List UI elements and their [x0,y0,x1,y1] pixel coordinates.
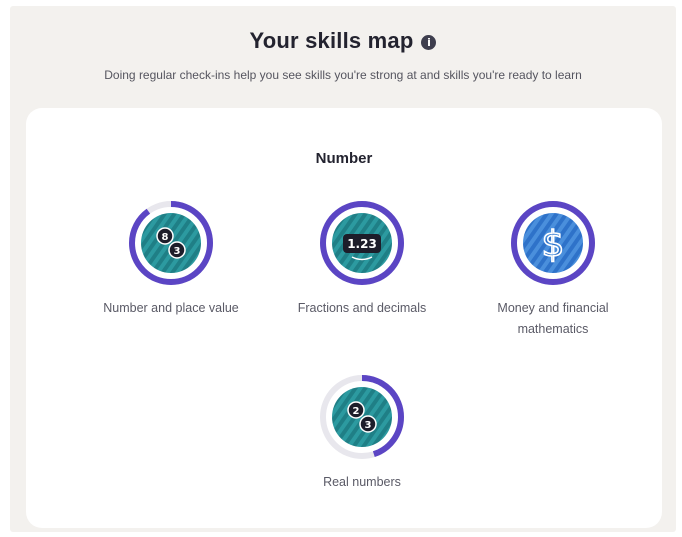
number-place-value-icon: 83 [141,213,201,273]
skills-map-panel: Your skills map i Doing regular check-in… [10,6,676,532]
skill-money-and-financial-mathematics[interactable]: $ Money and financial mathematics [453,200,653,340]
skill-label: Number and place value [103,301,239,315]
svg-text:8: 8 [162,232,169,243]
real-numbers-icon: 23 [332,387,392,447]
svg-text:$: $ [542,224,565,265]
page-subtitle: Doing regular check-ins help you see ski… [104,68,582,82]
skill-number-and-place-value[interactable]: 83 Number and place value [71,200,271,319]
svg-text:1.23: 1.23 [347,237,377,251]
dollar-icon: $ [523,213,583,273]
skill-ring-fractions-and-decimals: 1.23 [320,201,404,285]
title-row: Your skills map i [10,28,676,54]
skill-ring-number-and-place-value: 83 [129,201,213,285]
skill-fractions-and-decimals[interactable]: 1.23 Fractions and decimals [262,200,462,319]
info-icon[interactable]: i [421,35,437,50]
skill-label: Fractions and decimals [297,301,427,315]
skill-label: Real numbers [323,475,401,489]
fractions-decimals-icon: 1.23 [332,213,392,273]
skill-label: Money and financial mathematics [497,301,609,336]
section-title: Number [315,150,373,167]
skill-ring-real-numbers: 23 [320,375,404,459]
svg-text:3: 3 [365,420,372,431]
svg-text:3: 3 [174,246,181,257]
skill-real-numbers[interactable]: 23 Real numbers [262,374,462,493]
skills-card: Number 83 Number and place value 1.23 Fr… [26,108,662,528]
svg-text:2: 2 [353,406,360,417]
page-title: Your skills map [249,28,414,53]
skill-ring-money-and-financial-mathematics: $ [511,201,595,285]
